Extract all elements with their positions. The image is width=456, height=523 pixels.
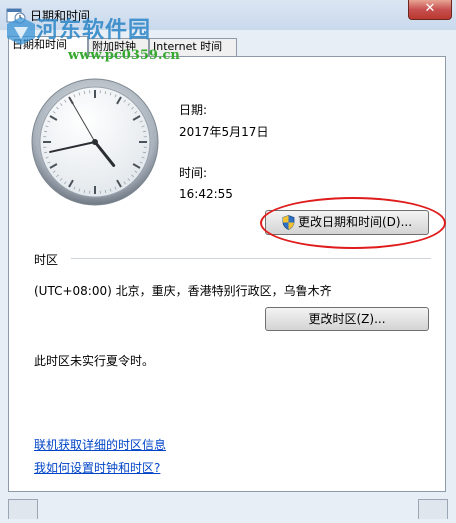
window-title: 日期和时间 bbox=[30, 9, 91, 23]
footer-edge-left bbox=[8, 499, 38, 519]
tab-internet-time[interactable]: Internet 时间 bbox=[149, 38, 237, 56]
calendar-clock-icon bbox=[6, 8, 26, 24]
date-time-panel: 日期: 2017年5月17日 时间: 16:42:55 更改日期和时间(D)..… bbox=[8, 56, 446, 492]
tab-label: 附加时钟 bbox=[92, 40, 136, 53]
time-label: 时间: bbox=[179, 166, 208, 180]
dst-note: 此时区未实行夏令时。 bbox=[34, 354, 155, 368]
timezone-separator bbox=[71, 258, 431, 259]
close-button[interactable]: ✕ bbox=[408, 0, 452, 20]
title-bar: 日期和时间 ✕ bbox=[0, 0, 456, 30]
change-date-time-label: 更改日期和时间(D)... bbox=[297, 215, 413, 229]
tab-label: 日期和时间 bbox=[12, 38, 67, 51]
timezone-value: (UTC+08:00) 北京，重庆，香港特别行政区，乌鲁木齐 bbox=[34, 284, 332, 298]
date-value: 2017年5月17日 bbox=[179, 125, 269, 139]
analog-clock bbox=[31, 78, 159, 206]
timezone-section-label: 时区 bbox=[34, 253, 59, 267]
tab-label: Internet 时间 bbox=[153, 40, 223, 53]
how-to-set-clock-link[interactable]: 我如何设置时钟和时区? bbox=[34, 459, 160, 476]
footer-edge-right bbox=[418, 499, 448, 519]
change-timezone-label: 更改时区(Z)... bbox=[308, 312, 386, 326]
clock-center bbox=[92, 139, 98, 145]
date-label: 日期: bbox=[179, 103, 208, 117]
change-date-time-button[interactable]: 更改日期和时间(D)... bbox=[265, 210, 429, 235]
tab-additional-clocks[interactable]: 附加时钟 bbox=[88, 38, 149, 56]
change-timezone-button[interactable]: 更改时区(Z)... bbox=[265, 307, 429, 331]
tab-date-time[interactable]: 日期和时间 bbox=[8, 36, 88, 57]
online-timezone-info-link[interactable]: 联机获取详细的时区信息 bbox=[34, 436, 166, 453]
uac-shield-icon bbox=[282, 215, 295, 230]
time-value: 16:42:55 bbox=[179, 187, 233, 201]
close-icon: ✕ bbox=[424, 1, 436, 16]
